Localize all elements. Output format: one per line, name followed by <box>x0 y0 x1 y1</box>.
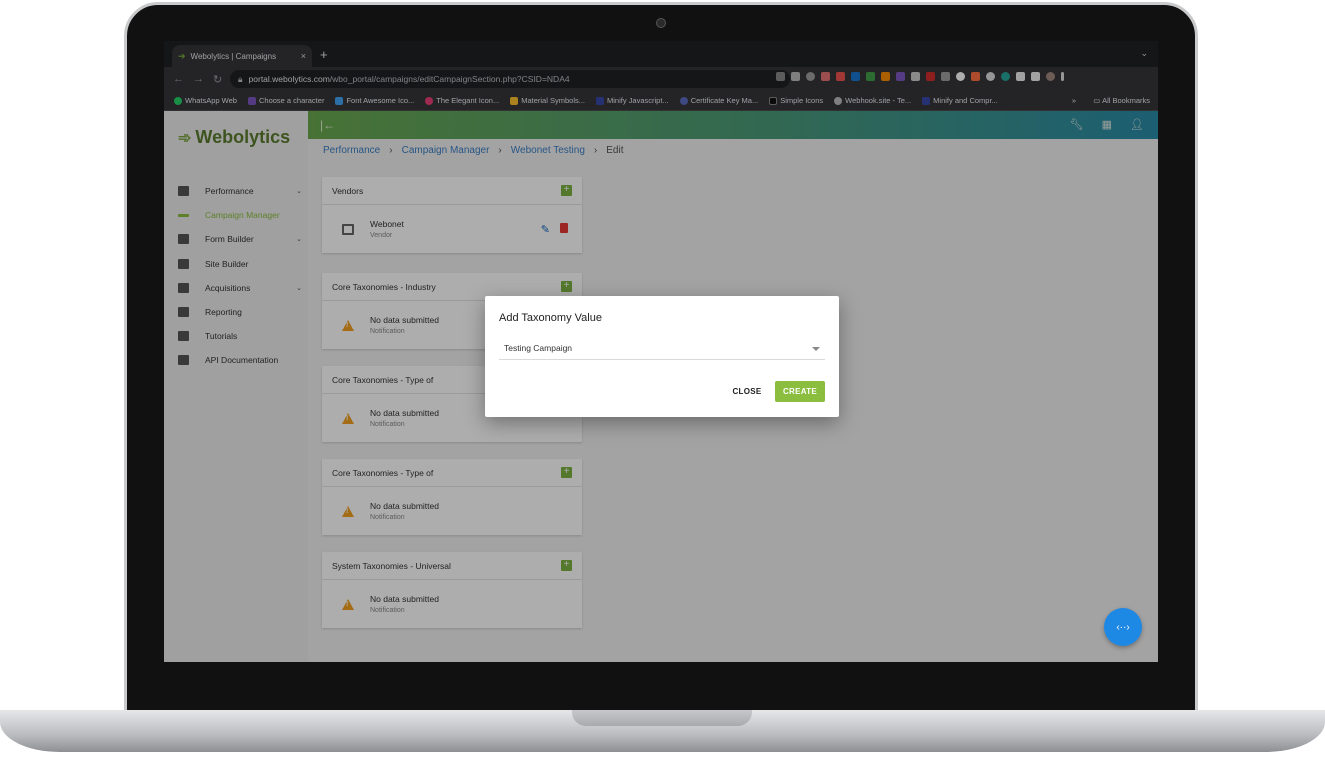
code-fab-button[interactable]: ‹··› <box>1104 608 1142 646</box>
taxonomy-select[interactable]: Testing Campaign <box>499 339 825 360</box>
create-button[interactable]: CREATE <box>775 381 825 402</box>
screen: ➔ Webolytics | Campaigns × + ⌄ ← → ↻ 🔒︎ … <box>164 41 1158 662</box>
code-icon: ‹··› <box>1116 621 1130 633</box>
close-button[interactable]: CLOSE <box>726 381 768 401</box>
add-taxonomy-dialog: Add Taxonomy Value Testing Campaign CLOS… <box>485 296 839 417</box>
select-value: Testing Campaign <box>504 343 573 353</box>
dropdown-caret-icon <box>812 347 820 351</box>
laptop-notch <box>572 710 752 726</box>
webcam <box>656 18 666 28</box>
dialog-title: Add Taxonomy Value <box>499 312 602 324</box>
